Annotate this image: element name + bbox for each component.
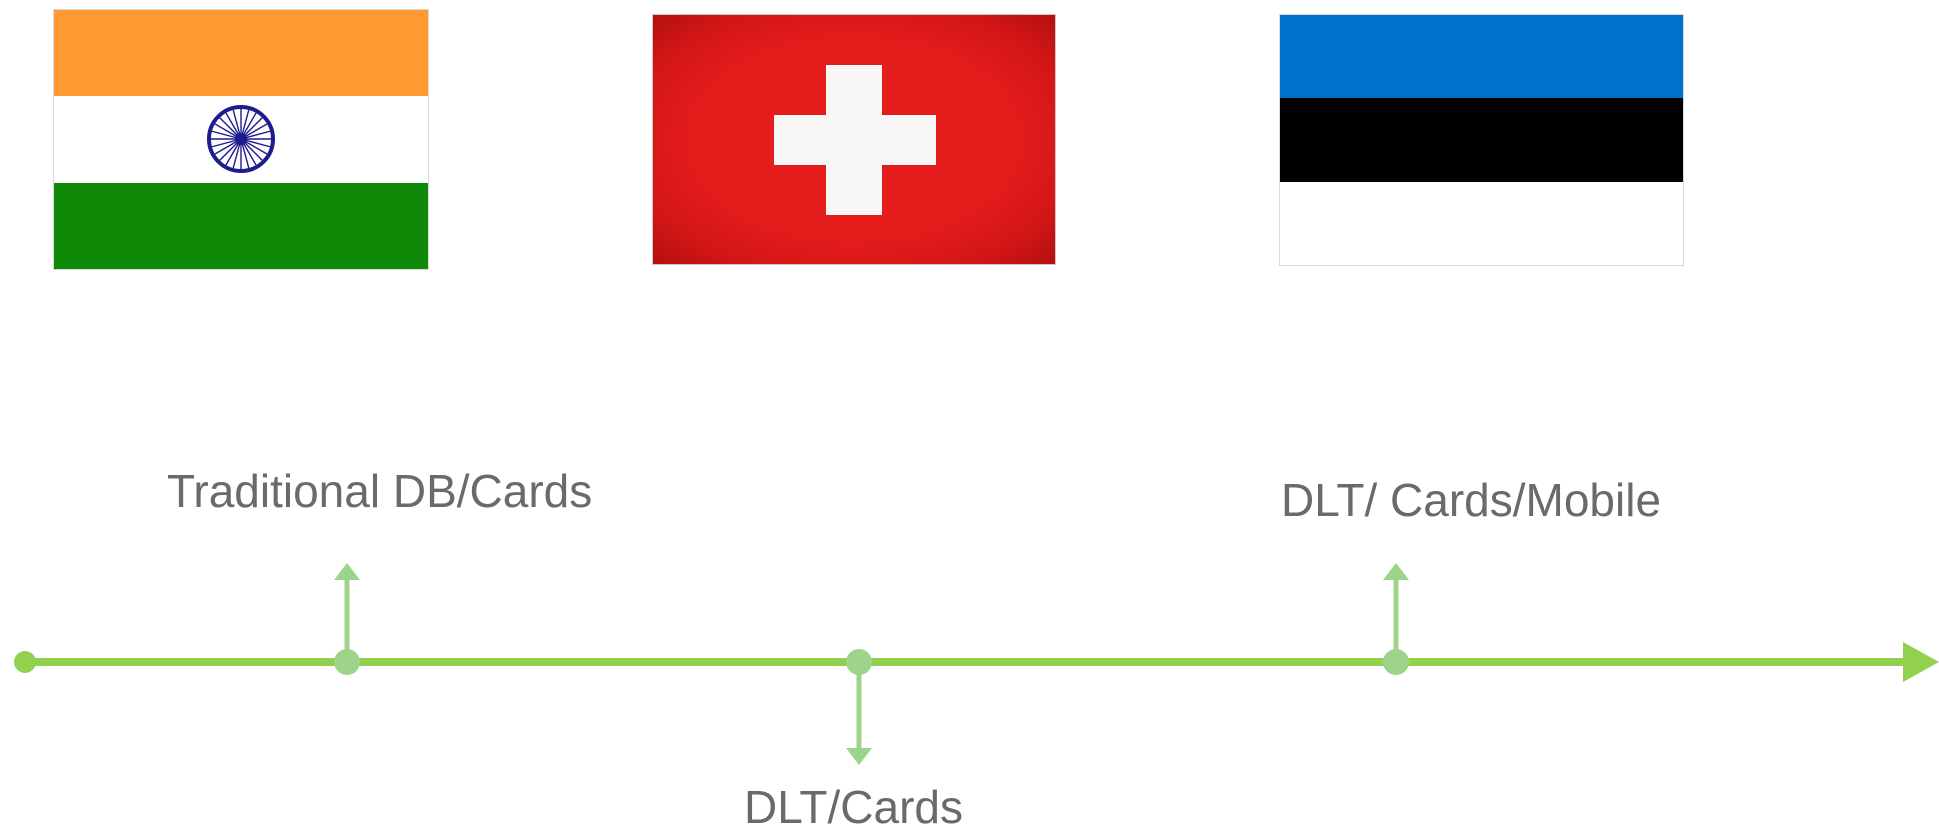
milestone-dot: [846, 649, 872, 675]
milestone-traditional-db-cards: [334, 563, 360, 675]
timeline-start-dot: [14, 651, 36, 673]
milestone-dot: [1383, 649, 1409, 675]
timeline: [14, 563, 1939, 765]
milestone-label-dlt-mobile: DLT/ Cards/Mobile: [1281, 474, 1662, 526]
timeline-arrowhead-icon: [1903, 642, 1939, 682]
milestone-dlt-cards: [846, 649, 872, 765]
arrow-up-icon: [1383, 563, 1409, 580]
milestone-dot: [334, 649, 360, 675]
milestone-dlt-cards-mobile: [1383, 563, 1409, 675]
arrow-down-icon: [846, 748, 872, 765]
milestone-label-traditional: Traditional DB/Cards: [167, 465, 593, 517]
milestone-label-dlt-cards: DLT/Cards: [744, 781, 963, 833]
arrow-up-icon: [334, 563, 360, 580]
